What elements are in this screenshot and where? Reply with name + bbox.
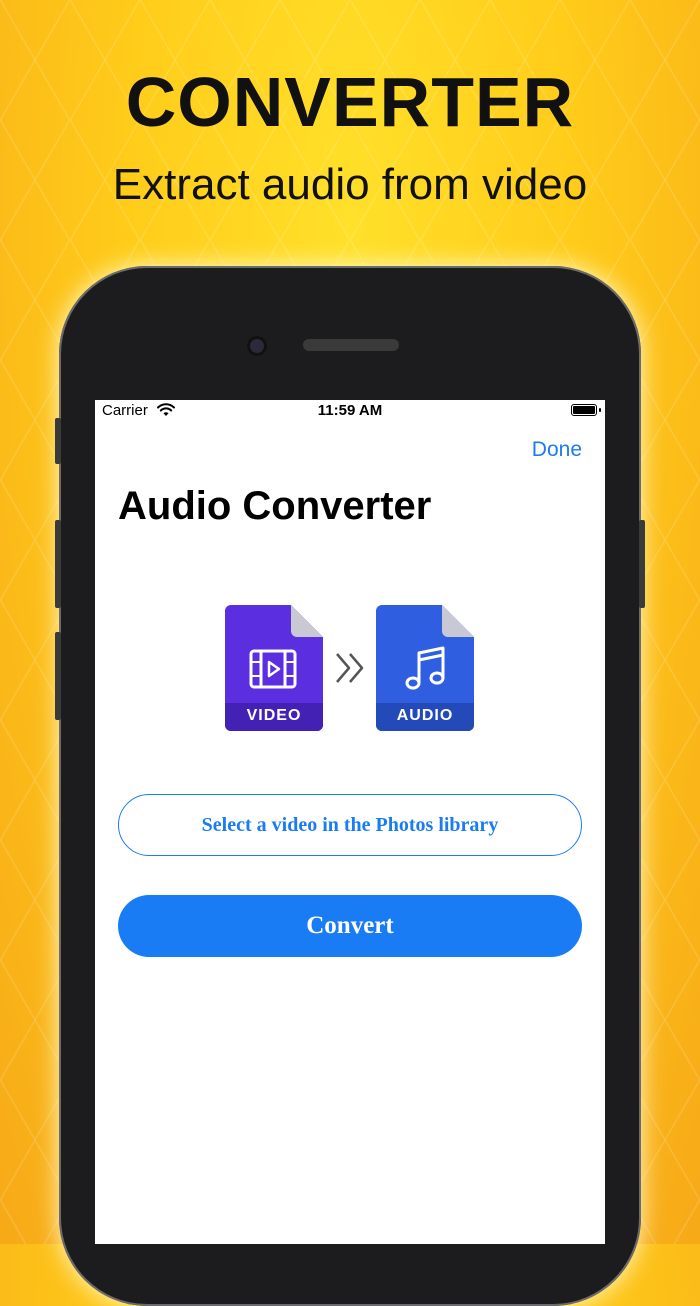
video-file-label: VIDEO (246, 707, 302, 724)
phone-side-button (55, 520, 61, 608)
earpiece-speaker (303, 339, 399, 351)
phone-side-button (639, 520, 645, 608)
select-video-button[interactable]: Select a video in the Photos library (118, 794, 582, 856)
battery-icon (571, 404, 601, 416)
conversion-illustration: VIDEO AUDIO (225, 605, 485, 735)
status-bar: Carrier 11:59 AM (95, 400, 605, 422)
phone-side-button (55, 418, 61, 464)
convert-button[interactable]: Convert (118, 895, 582, 957)
video-file-icon: VIDEO (225, 605, 323, 731)
front-camera (247, 336, 267, 356)
music-note-icon (405, 646, 445, 690)
audio-file-label: AUDIO (396, 707, 454, 724)
promo-subheadline: Extract audio from video (112, 160, 588, 209)
film-icon (249, 649, 297, 689)
done-button[interactable]: Done (532, 438, 582, 462)
double-chevron-right-icon (335, 651, 367, 690)
audio-file-icon: AUDIO (376, 605, 474, 731)
phone-screen: Carrier 11:59 AM Done Audio Converter VI… (95, 400, 605, 1244)
promo-headline: CONVERTER (125, 63, 575, 141)
phone-side-button (55, 632, 61, 720)
page-title: Audio Converter (118, 484, 432, 528)
status-time: 11:59 AM (317, 402, 383, 419)
